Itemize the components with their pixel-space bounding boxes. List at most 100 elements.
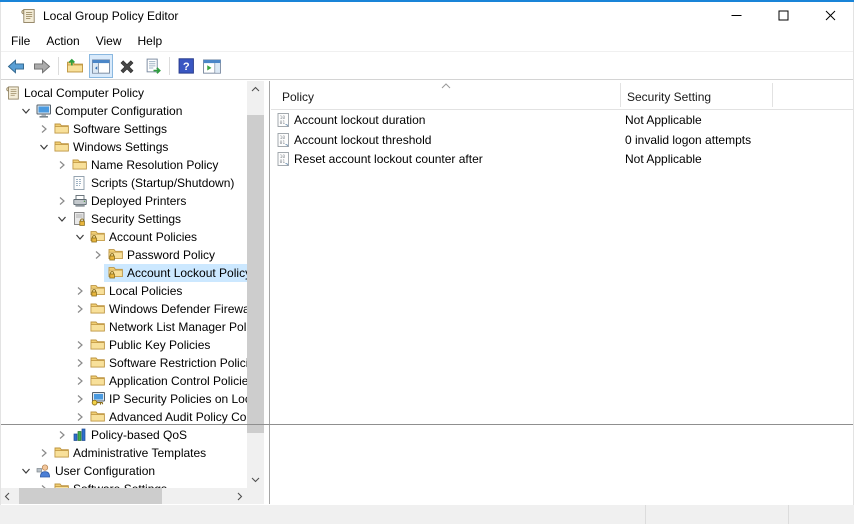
tree-item-label: Name Resolution Policy: [91, 158, 218, 173]
chevron-right-icon[interactable]: [93, 250, 105, 262]
folder-icon: [90, 355, 106, 371]
tree-item-software-settings[interactable]: Software Settings: [0, 120, 247, 138]
column-header-security-setting[interactable]: Security Setting: [627, 90, 711, 104]
column-header-policy[interactable]: Policy: [282, 90, 314, 104]
chevron-down-icon[interactable]: [39, 142, 51, 154]
list-item-account-lockout-threshold[interactable]: 1001Account lockout threshold0 invalid l…: [271, 130, 853, 149]
chevron-right-icon[interactable]: [75, 376, 87, 388]
action-pane-icon: [203, 59, 221, 74]
show-action-pane-button[interactable]: [200, 54, 224, 78]
scroll-icon: [5, 85, 21, 101]
tree-item-windows-settings[interactable]: Windows Settings: [0, 138, 247, 156]
tree-item-label: Advanced Audit Policy Conf: [109, 410, 247, 425]
scroll-left-icon[interactable]: [0, 488, 14, 504]
maximize-button[interactable]: [760, 0, 807, 30]
tree-item-label: Account Lockout Policy: [127, 266, 247, 281]
tree-item-label: Password Policy: [127, 248, 215, 263]
forward-button[interactable]: [30, 54, 54, 78]
list-header: Policy Security Setting: [271, 81, 853, 110]
show-console-tree-button[interactable]: [89, 54, 113, 78]
tree-item-label: Software Restriction Policies: [109, 356, 247, 371]
tree-item-software-settings[interactable]: Software Settings: [0, 480, 247, 488]
back-button[interactable]: [4, 54, 28, 78]
tree-item-security-settings[interactable]: Security Settings: [0, 210, 247, 228]
menu-item-view[interactable]: View: [88, 31, 130, 51]
tree-item-administrative-templates[interactable]: Administrative Templates: [0, 444, 247, 462]
menu-item-file[interactable]: File: [3, 31, 38, 51]
pane-divider[interactable]: [269, 81, 270, 504]
tree-item-account-lockout-policy[interactable]: Account Lockout Policy: [0, 264, 247, 282]
chevron-down-icon[interactable]: [21, 106, 33, 118]
tree-horizontal-scrollbar[interactable]: [0, 488, 247, 504]
chevron-right-icon[interactable]: [57, 160, 69, 172]
chevron-right-icon[interactable]: [39, 448, 51, 460]
close-button[interactable]: [807, 0, 854, 30]
tree-item-local-computer-policy[interactable]: Local Computer Policy: [0, 84, 247, 102]
svg-text:?: ?: [182, 61, 189, 73]
tree-item-label: Administrative Templates: [73, 446, 206, 461]
tree-item-network-list-manager-polici[interactable]: Network List Manager Polici: [0, 318, 247, 336]
back-arrow-icon: [7, 59, 25, 74]
chevron-right-icon[interactable]: [57, 430, 69, 442]
tree-item-local-policies[interactable]: Local Policies: [0, 282, 247, 300]
tree-item-scripts-startup-shutdown[interactable]: Scripts (Startup/Shutdown): [0, 174, 247, 192]
tree-item-computer-configuration[interactable]: Computer Configuration: [0, 102, 247, 120]
chevron-down-icon[interactable]: [21, 466, 33, 478]
column-divider[interactable]: [620, 83, 621, 107]
chevron-right-icon[interactable]: [57, 196, 69, 208]
window-controls: [713, 0, 854, 30]
folder-up-icon: [66, 58, 84, 74]
minimize-icon: [731, 10, 742, 21]
scroll-right-icon[interactable]: [233, 488, 247, 504]
chevron-right-icon[interactable]: [75, 304, 87, 316]
tree-item-software-restriction-policies[interactable]: Software Restriction Policies: [0, 354, 247, 372]
column-divider[interactable]: [772, 83, 773, 107]
vertical-scrollbar-thumb[interactable]: [247, 115, 264, 433]
maximize-icon: [778, 10, 789, 21]
chevron-right-icon[interactable]: [75, 340, 87, 352]
chevron-right-icon[interactable]: [75, 394, 87, 406]
tree-item-name-resolution-policy[interactable]: Name Resolution Policy: [0, 156, 247, 174]
export-list-button[interactable]: [141, 54, 165, 78]
security-setting-cell: Not Applicable: [625, 152, 702, 166]
list-item-reset-account-lockout-counter-after[interactable]: 1001Reset account lockout counter after N…: [271, 149, 853, 168]
menu-item-help[interactable]: Help: [130, 31, 171, 51]
tree-item-user-configuration[interactable]: User Configuration: [0, 462, 247, 480]
chevron-right-icon[interactable]: [75, 286, 87, 298]
tree-vertical-scrollbar[interactable]: [247, 81, 264, 488]
chevron-right-icon[interactable]: [75, 412, 87, 424]
svg-text:01: 01: [280, 159, 286, 165]
status-strip-divider: [645, 505, 646, 524]
delete-button[interactable]: [115, 54, 139, 78]
tree-item-windows-defender-firewall-w[interactable]: Windows Defender Firewall w: [0, 300, 247, 318]
scroll-up-icon[interactable]: [247, 81, 264, 97]
chevron-down-icon[interactable]: [57, 214, 69, 226]
help-button[interactable]: ?: [174, 54, 198, 78]
chevron-right-icon[interactable]: [39, 124, 51, 136]
folder-icon: [54, 481, 70, 488]
up-one-level-button[interactable]: [63, 54, 87, 78]
tree-item-deployed-printers[interactable]: Deployed Printers: [0, 192, 247, 210]
local-group-policy-editor-window: Local Group Policy Editor FileActionView…: [0, 0, 854, 524]
policy-doc-icon: 1001: [276, 151, 291, 167]
window-bottom-border: [0, 424, 854, 425]
scroll-down-icon[interactable]: [247, 472, 264, 488]
horizontal-scrollbar-thumb[interactable]: [19, 488, 162, 504]
policy-doc-icon: 1001: [276, 132, 291, 148]
tree-item-policy-based-qos[interactable]: Policy-based QoS: [0, 426, 247, 444]
tree-item-account-policies[interactable]: Account Policies: [0, 228, 247, 246]
tree-item-public-key-policies[interactable]: Public Key Policies: [0, 336, 247, 354]
tree-item-ip-security-policies-on-local[interactable]: IP Security Policies on Local: [0, 390, 247, 408]
tree-item-password-policy[interactable]: Password Policy: [0, 246, 247, 264]
policy-doc-icon: 1001: [276, 112, 291, 128]
minimize-button[interactable]: [713, 0, 760, 30]
policy-name-cell: Reset account lockout counter after: [294, 152, 483, 166]
folder-lock-icon: [90, 229, 106, 245]
menu-item-action[interactable]: Action: [38, 31, 87, 51]
tree-item-application-control-policies[interactable]: Application Control Policies: [0, 372, 247, 390]
chevron-down-icon[interactable]: [75, 232, 87, 244]
x-icon: [119, 59, 135, 74]
chevron-right-icon[interactable]: [75, 358, 87, 370]
folder-icon: [90, 373, 106, 389]
list-item-account-lockout-duration[interactable]: 1001Account lockout durationNot Applicab…: [271, 110, 853, 129]
